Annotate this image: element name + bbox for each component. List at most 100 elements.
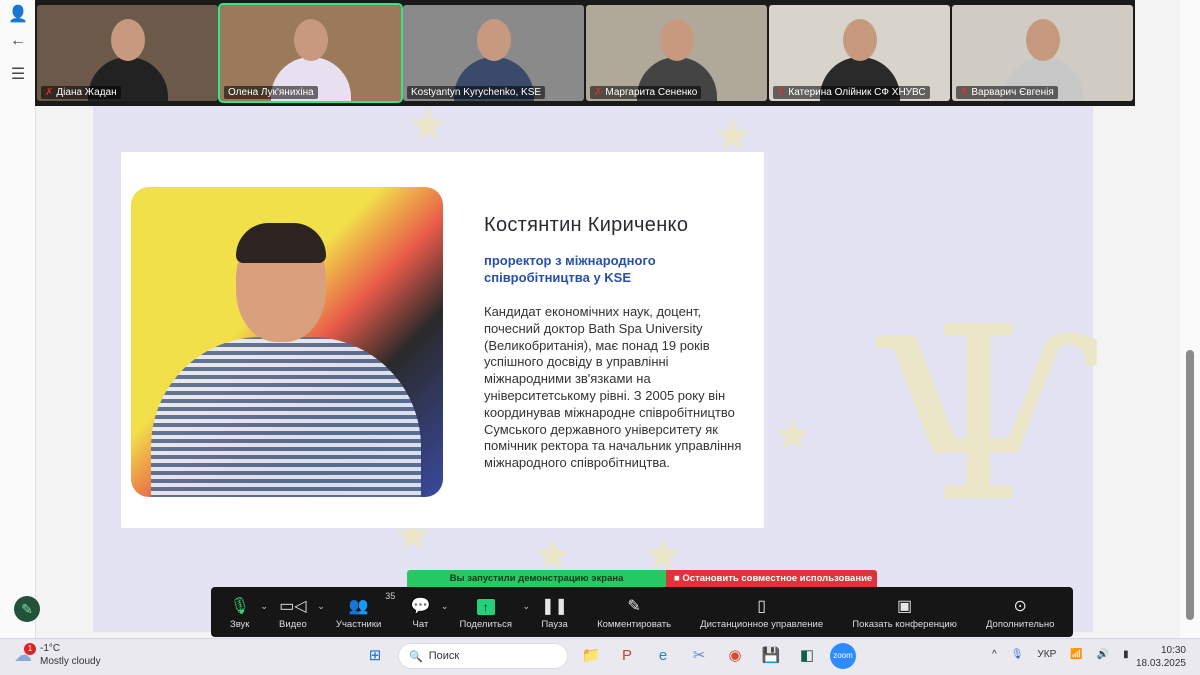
share-label: Поделиться bbox=[459, 618, 512, 630]
speaker-photo bbox=[131, 187, 443, 497]
meeting-toolbar: 🎙 ⌄ Звук ▭◁ ⌄ Видео 👥 35 Участники 💬 ⌄ Чат ↑ ⌄ Под… bbox=[211, 587, 1073, 637]
show-conference-label: Показать конференцию bbox=[852, 618, 957, 630]
show-conference-button[interactable]: ▣ Показать конференцию bbox=[852, 595, 957, 630]
time: 10:30 bbox=[1160, 645, 1186, 656]
participant-face bbox=[1025, 19, 1060, 61]
participant-face bbox=[293, 19, 328, 61]
browser-sidebar: 👤 ← ☰ bbox=[0, 0, 36, 638]
participant-name-text: Діана Жадан bbox=[56, 87, 117, 98]
audio-label: Звук bbox=[229, 618, 250, 630]
more-button[interactable]: ⊙ Дополнительно bbox=[986, 595, 1054, 630]
date: 18.03.2025 bbox=[1135, 658, 1186, 669]
video-label: Видео bbox=[279, 618, 307, 630]
participants-label: Участники bbox=[335, 618, 382, 630]
participant-name: ✗ Катерина Олійник СФ ХНУВС bbox=[773, 86, 930, 99]
participant-tile[interactable]: ✗ Маргарита Сененко bbox=[586, 5, 767, 101]
participant-tile[interactable]: ✗ Катерина Олійник СФ ХНУВС bbox=[769, 5, 950, 101]
participant-face bbox=[110, 19, 145, 61]
participant-name-text: Олена Лук'янихіна bbox=[228, 87, 314, 98]
participant-name-text: Варварич Євгенія bbox=[971, 87, 1054, 98]
app-icon[interactable]: ◧ bbox=[794, 643, 820, 669]
pause-button[interactable]: ❚❚ Пауза bbox=[541, 595, 568, 630]
more-icon: ⊙ bbox=[1013, 597, 1027, 615]
participants-count: 35 bbox=[385, 590, 396, 601]
chrome-icon[interactable]: ◉ bbox=[722, 643, 748, 669]
participant-tile[interactable]: Олена Лук'янихіна bbox=[218, 3, 403, 103]
participants-button[interactable]: 👥 35 Участники bbox=[335, 591, 395, 630]
participant-tile[interactable]: ✗ Варварич Євгенія bbox=[952, 5, 1133, 101]
taskbar-search[interactable]: 🔍 Поиск bbox=[398, 643, 568, 669]
video-strip: ✗ Діана Жадан Олена Лук'янихіна Kostyantyn … bbox=[35, 0, 1135, 106]
search-icon: 🔍 bbox=[409, 650, 423, 663]
annotate-label: Комментировать bbox=[597, 618, 672, 630]
mouse-icon: ▯ bbox=[757, 597, 767, 615]
speaker-position: проректор з міжнародного співробітництва… bbox=[484, 253, 656, 285]
list-icon[interactable]: ☰ bbox=[8, 64, 28, 84]
scrollbar[interactable] bbox=[1186, 350, 1194, 620]
speaker-bio: Кандидат економічних наук, доцент, почес… bbox=[484, 304, 742, 471]
annotate-button[interactable]: ✎ Комментировать bbox=[597, 595, 671, 630]
microphone-icon[interactable]: 🎙 bbox=[1011, 649, 1024, 660]
participant-name-text: Катерина Олійник СФ ХНУВС bbox=[788, 87, 926, 98]
participant-tile[interactable]: ✗ Діана Жадан bbox=[37, 5, 218, 101]
picture-icon: ▣ bbox=[897, 597, 913, 615]
remote-control-button[interactable]: ▯ Дистанционное управление bbox=[700, 595, 823, 630]
language-indicator[interactable]: УКР bbox=[1037, 649, 1056, 660]
participant-name-text: Маргарита Сененко bbox=[605, 87, 698, 98]
chat-label: Чат bbox=[412, 618, 429, 630]
zoom-icon[interactable]: zoom bbox=[830, 643, 856, 669]
edge-icon[interactable]: e bbox=[650, 643, 676, 669]
participant-face bbox=[476, 19, 511, 61]
weather-badge: 1 bbox=[24, 643, 36, 655]
pause-label: Пауза bbox=[541, 618, 568, 630]
snipping-tool-icon[interactable]: ✂ bbox=[686, 643, 712, 669]
star-icon: ★ bbox=[773, 411, 813, 460]
powerpoint-icon[interactable]: P bbox=[614, 643, 640, 669]
chat-button[interactable]: 💬 ⌄ Чат bbox=[410, 595, 448, 630]
save-app-icon[interactable]: 💾 bbox=[758, 643, 784, 669]
camera-icon: ▭◁ bbox=[279, 597, 307, 615]
search-placeholder: Поиск bbox=[428, 650, 460, 662]
participant-name: ✗ Варварич Євгенія bbox=[956, 86, 1058, 99]
profile-icon[interactable]: 👤 bbox=[8, 4, 28, 24]
participant-name: Kostyantyn Kyrychenko, KSE bbox=[407, 86, 546, 99]
taskbar: ☁ 1 -1°C Mostly cloudy ⊞ 🔍 Поиск 📁 P e ✂ … bbox=[0, 638, 1200, 675]
wifi-icon[interactable]: 📶 bbox=[1070, 649, 1082, 660]
participant-tile[interactable]: Kostyantyn Kyrychenko, KSE bbox=[403, 5, 584, 101]
star-icon: ★ bbox=[408, 101, 448, 150]
remote-label: Дистанционное управление bbox=[700, 618, 824, 630]
share-button[interactable]: ↑ ⌄ Поделиться bbox=[459, 595, 530, 630]
participant-face bbox=[659, 19, 694, 61]
chat-icon: 💬 bbox=[410, 597, 431, 615]
temperature: -1°C bbox=[40, 643, 61, 654]
speaker-name: Костянтин Кириченко bbox=[484, 214, 689, 236]
participant-face bbox=[842, 19, 877, 61]
share-arrow-icon: ↑ bbox=[476, 598, 495, 615]
sharing-text: Вы запустили демонстрацию экрана bbox=[449, 573, 624, 584]
sharing-status: Вы запустили демонстрацию экрана bbox=[407, 570, 666, 587]
video-button[interactable]: ▭◁ ⌄ Видео bbox=[279, 595, 325, 630]
audio-button[interactable]: 🎙 ⌄ Звук bbox=[229, 595, 268, 630]
trident-watermark-icon: Ѱ bbox=[873, 275, 1100, 555]
stop-sharing-label: Остановить совместное использование bbox=[682, 573, 873, 584]
pencil-icon: ✎ bbox=[627, 597, 641, 615]
chevron-up-icon[interactable]: ^ bbox=[992, 649, 997, 660]
back-icon[interactable]: ← bbox=[8, 32, 28, 52]
pause-icon: ❚❚ bbox=[541, 597, 568, 615]
participants-icon: 👥 bbox=[348, 597, 369, 615]
participant-name: ✗ Діана Жадан bbox=[41, 86, 121, 99]
muted-mic-icon: ✗ bbox=[777, 87, 786, 98]
battery-icon[interactable]: ▮ bbox=[1123, 649, 1129, 660]
muted-mic-icon: ✗ bbox=[960, 87, 969, 98]
stop-sharing-button[interactable]: ■ Остановить совместное использование bbox=[666, 570, 877, 587]
participant-name: Олена Лук'янихіна bbox=[224, 86, 318, 99]
start-icon[interactable]: ⊞ bbox=[362, 643, 388, 669]
muted-mic-icon: ✗ bbox=[45, 87, 54, 98]
annotate-pen-icon[interactable]: ✎ bbox=[14, 596, 40, 622]
participant-name-text: Kostyantyn Kyrychenko, KSE bbox=[411, 87, 542, 98]
file-explorer-icon[interactable]: 📁 bbox=[578, 643, 604, 669]
clock[interactable]: 10:30 18.03.2025 bbox=[1136, 644, 1186, 670]
microphone-icon: 🎙 bbox=[229, 597, 250, 615]
weather-condition: Mostly cloudy bbox=[40, 656, 101, 667]
volume-icon[interactable]: 🔊 bbox=[1097, 649, 1109, 660]
